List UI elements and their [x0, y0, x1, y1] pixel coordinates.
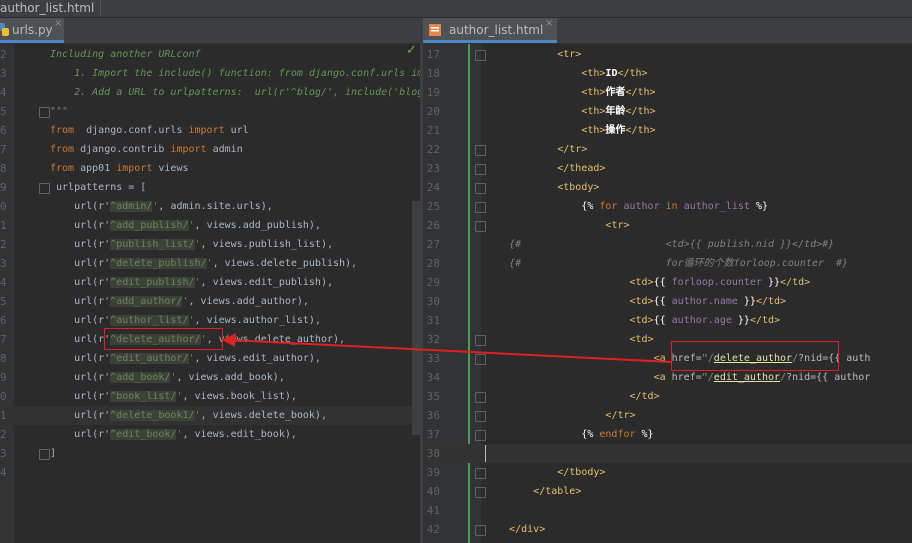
annotation-arrow [222, 333, 673, 363]
